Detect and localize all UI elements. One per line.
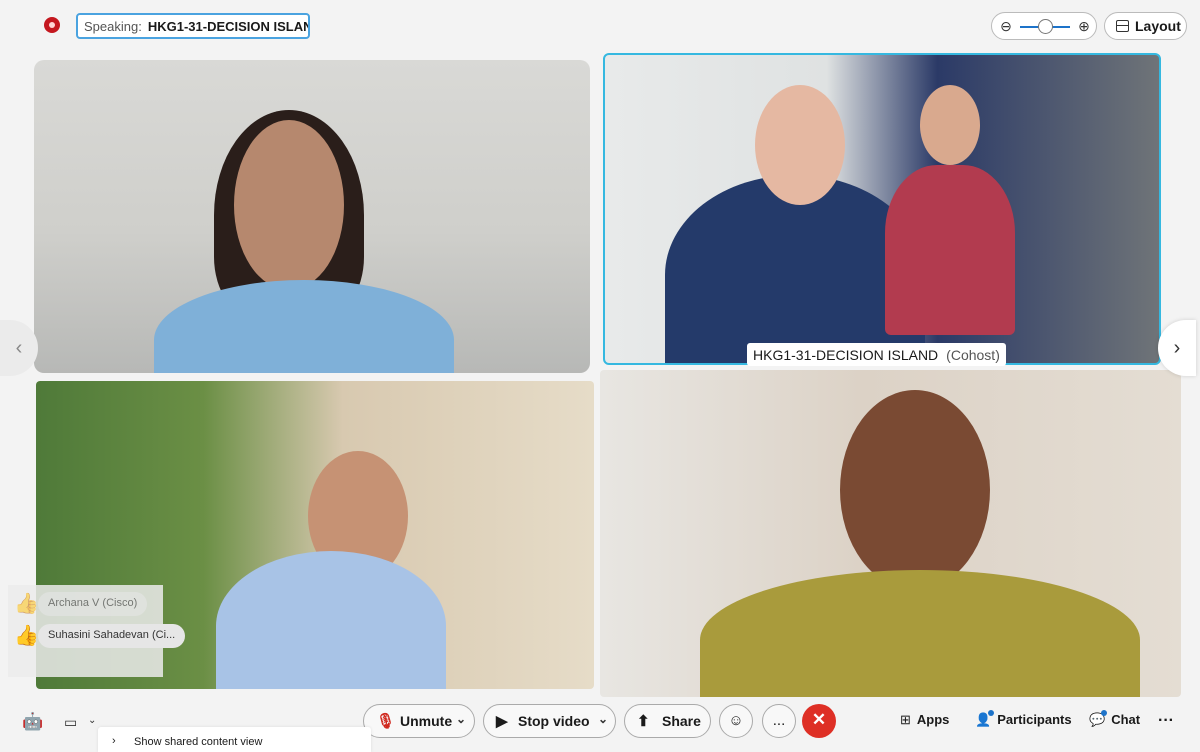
chevron-left-icon: ‹ <box>15 337 23 359</box>
leave-meeting-button[interactable]: ✕ <box>802 704 836 738</box>
next-page-button[interactable]: › <box>1158 320 1196 376</box>
speaking-name: HKG1-31-DECISION ISLAN... <box>147 19 310 34</box>
stop-video-button[interactable]: ▶ Stop video ⌄ <box>483 704 616 738</box>
chat-label: Chat <box>1111 712 1141 727</box>
apps-button[interactable]: ⊞ Apps <box>900 712 949 728</box>
zoom-in-icon[interactable]: ⊕ <box>1076 18 1092 34</box>
chat-notification-dot <box>1101 710 1107 716</box>
more-options-button[interactable]: ... <box>762 704 796 738</box>
captions-dropdown-icon[interactable]: ⌄ <box>88 715 96 726</box>
share-label: Share <box>662 713 701 729</box>
participant-head <box>755 85 845 205</box>
chevron-down-icon[interactable]: ⌄ <box>598 712 608 726</box>
participants-notification-dot <box>988 710 994 716</box>
active-speaker-indicator[interactable]: Speaking: HKG1-31-DECISION ISLAN... <box>76 13 310 39</box>
video-tile-participant-4[interactable] <box>600 370 1181 697</box>
participant-head <box>234 120 344 290</box>
chat-button[interactable]: 💬 Chat <box>1089 712 1140 728</box>
room-name-tag: HKG1-31-DECISION ISLAND (Cohost) <box>747 343 1006 366</box>
recording-icon[interactable] <box>44 17 60 33</box>
reactions-button[interactable]: ☺ <box>719 704 753 738</box>
video-tile-room-active[interactable] <box>603 53 1161 365</box>
smiley-icon: ☺ <box>728 712 744 729</box>
chevron-right-icon: › <box>112 735 116 747</box>
more-menu-button[interactable]: ··· <box>1158 712 1174 730</box>
speaking-label: Speaking: <box>84 19 142 34</box>
layout-label: Layout <box>1135 18 1181 34</box>
zoom-slider-handle[interactable] <box>1038 19 1053 34</box>
chevron-down-icon[interactable]: ⌄ <box>456 712 466 726</box>
room-role: (Cohost) <box>946 347 1000 363</box>
layout-icon <box>1116 20 1129 32</box>
video-camera-icon: ▶ <box>496 713 508 730</box>
participant-body <box>216 551 446 689</box>
captions-icon[interactable]: ▭ <box>64 714 77 731</box>
layout-button[interactable]: Layout <box>1104 12 1187 40</box>
unmute-button[interactable]: 🎙 Unmute ⌄ <box>363 704 475 738</box>
show-shared-label: Show shared content view <box>134 736 263 748</box>
chevron-right-icon: › <box>1173 337 1181 359</box>
participant-head-2 <box>920 85 980 165</box>
stop-video-label: Stop video <box>518 713 590 729</box>
close-icon: ✕ <box>811 710 827 729</box>
more-label: ... <box>772 712 786 729</box>
previous-page-button[interactable]: ‹ <box>0 320 38 376</box>
zoom-out-icon[interactable]: ⊖ <box>998 18 1014 34</box>
share-button[interactable]: ⬆ Share <box>624 704 711 738</box>
participant-body <box>700 570 1140 697</box>
reaction-name: Archana V (Cisco) <box>38 592 148 616</box>
participant-head <box>840 390 990 590</box>
share-screen-icon: ⬆ <box>637 713 650 730</box>
apps-label: Apps <box>916 712 950 727</box>
room-name: HKG1-31-DECISION ISLAND <box>753 347 939 363</box>
assistant-icon[interactable]: 🤖 <box>22 712 43 732</box>
participants-label: Participants <box>997 712 1072 727</box>
muted-microphone-icon: 🎙 <box>376 713 396 730</box>
reaction-name: Suhasini Sahadevan (Ci... <box>38 624 186 648</box>
show-shared-content-option[interactable]: › Show shared content view <box>98 727 371 752</box>
video-tile-participant-1[interactable] <box>34 60 590 373</box>
participant-body <box>154 280 454 373</box>
unmute-label: Unmute <box>400 713 453 729</box>
zoom-control[interactable]: ⊖ ⊕ <box>991 12 1097 40</box>
thumbs-up-icon: 👍 <box>14 625 39 647</box>
apps-icon: ⊞ <box>900 712 911 727</box>
thumbs-up-icon: 👍 <box>14 593 39 615</box>
participant-body-2 <box>885 165 1015 335</box>
